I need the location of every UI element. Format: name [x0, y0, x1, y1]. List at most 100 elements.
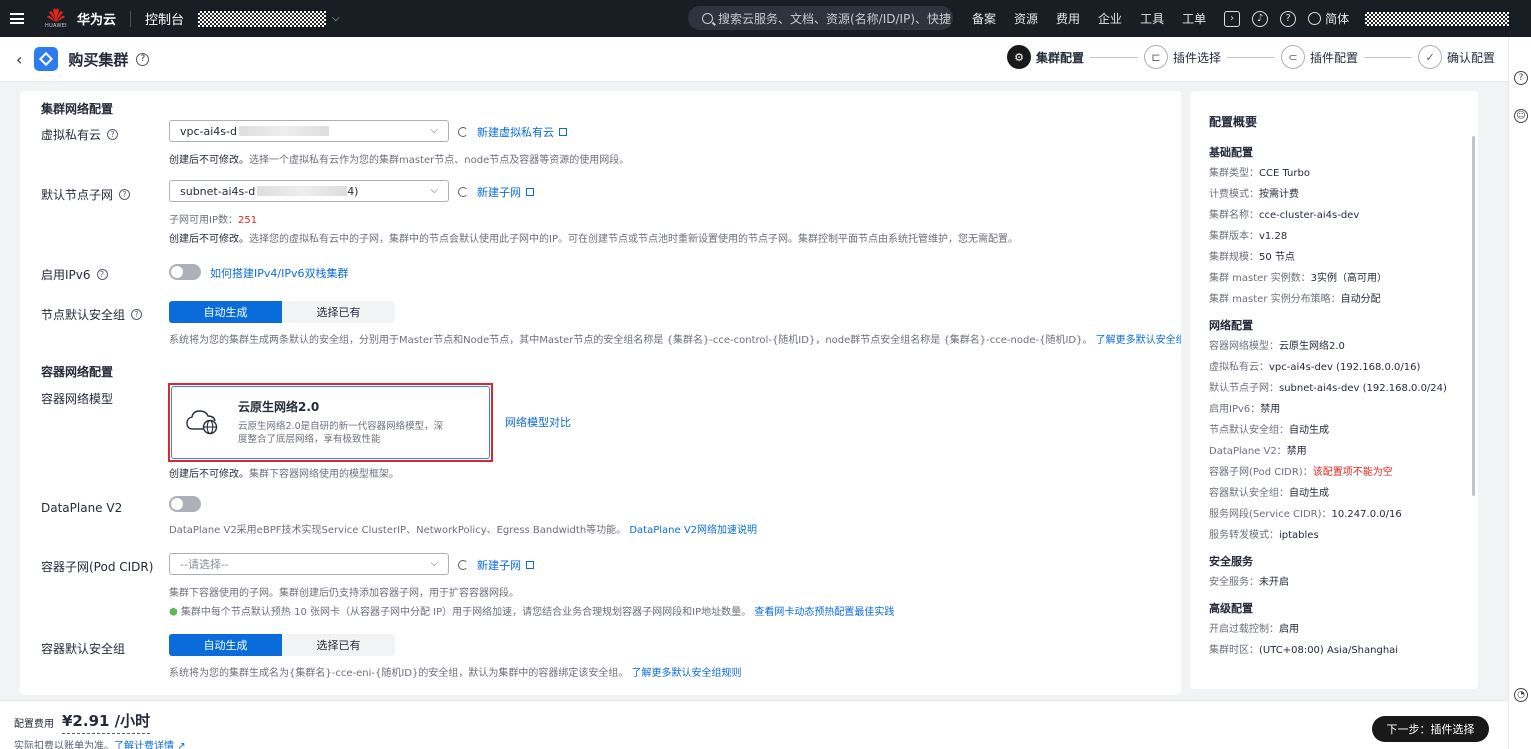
summary-scrollbar[interactable]	[1472, 136, 1475, 496]
help-icon[interactable]: ?	[1280, 10, 1297, 27]
new-pod-subnet-link[interactable]: 新建子网	[458, 557, 534, 573]
hint-text: 选择您的虚拟私有云中的子网，集群中的节点会默认使用此子网中的IP。可在创建节点或…	[249, 234, 1018, 245]
summary-row: 集群类型：CCE Turbo	[1209, 166, 1478, 187]
vpc-label-text: 虚拟私有云	[41, 128, 102, 142]
refresh-icon[interactable]	[458, 127, 468, 137]
container-sg-rules-link[interactable]: 了解更多默认安全组规则	[632, 668, 742, 679]
refresh-icon[interactable]	[458, 560, 468, 570]
external-link-icon[interactable]: ↗	[177, 741, 185, 749]
billing-details-link[interactable]: 了解计费详情	[114, 741, 174, 749]
hint-bold: 创建后不可修改。	[169, 234, 249, 245]
container-sg-hint: 系统将为您的集群生成名为{集群名}-cce-eni-{随机ID}的安全组，默认为…	[169, 664, 742, 679]
back-arrow-icon[interactable]: ‹	[16, 50, 22, 69]
summary-row: 容器网络模型：云原生网络2.0	[1209, 339, 1478, 360]
fee-note-text: 实际扣费以账单为准。	[14, 741, 114, 749]
nav-link-billing[interactable]: 费用	[1056, 10, 1080, 27]
summary-row: 容器默认安全组：自动生成	[1209, 486, 1478, 507]
nav-link-tickets[interactable]: 工单	[1182, 10, 1206, 27]
ip-count-label: 子网可用IP数：	[169, 215, 238, 226]
container-sg-label: 容器默认安全组	[41, 640, 125, 657]
help-icon[interactable]: ?	[131, 309, 143, 320]
addon-select-icon: ⊏	[1144, 45, 1169, 69]
network-model-card-highlight[interactable]: 云原生网络2.0 云原生网络2.0是自研的新一代容器网络模型，深度整合了底层网络…	[168, 383, 493, 462]
summary-value: vpc-ai4s-dev (192.168.0.0/16)	[1269, 362, 1421, 373]
new-pod-subnet-text: 新建子网	[477, 559, 521, 572]
summary-row: 计费模式：按需计费	[1209, 187, 1478, 208]
nav-link-beian[interactable]: 备案	[972, 10, 996, 27]
ipv6-dual-stack-link[interactable]: 如何搭建IPv4/IPv6双栈集群	[210, 265, 348, 281]
nav-link-resources[interactable]: 资源	[1014, 10, 1038, 27]
step-cluster-config[interactable]: ⚙ 集群配置	[1007, 45, 1084, 69]
network-model-label: 容器网络模型	[41, 390, 113, 407]
huawei-petal-icon	[47, 8, 65, 22]
new-vpc-link[interactable]: 新建虚拟私有云	[458, 124, 567, 140]
node-sg-existing-option[interactable]: 选择已有	[282, 301, 395, 323]
summary-row: 开启过载控制：启用	[1209, 622, 1478, 643]
chevron-down-icon[interactable]: ⌵	[332, 13, 340, 24]
step-label: 确认配置	[1447, 50, 1496, 65]
hint-text: DataPlane V2采用eBPF技术实现Service ClusterIP、…	[169, 525, 627, 536]
help-icon[interactable]: ?	[107, 129, 119, 140]
feedback-smile-icon[interactable]: ☺	[1514, 109, 1528, 123]
summary-key: 容器默认安全组：	[1209, 488, 1289, 499]
step-addon-config[interactable]: ⊂ 插件配置	[1281, 45, 1358, 69]
container-sg-existing-option[interactable]: 选择已有	[282, 634, 395, 656]
summary-group-title: 高级配置	[1209, 602, 1253, 615]
next-step-button[interactable]: 下一步：插件选择	[1372, 716, 1489, 742]
subnet-select[interactable]: subnet-ai4s-d 4) ⌵	[169, 180, 449, 202]
page-title: 购买集群	[68, 50, 129, 69]
cluster-config-icon: ⚙	[1007, 45, 1031, 69]
network-model-card[interactable]: 云原生网络2.0 云原生网络2.0是自研的新一代容器网络模型，深度整合了底层网络…	[171, 386, 490, 459]
summary-key: 集群版本：	[1209, 231, 1259, 242]
container-sg-label-text: 容器默认安全组	[41, 642, 126, 656]
pod-cidr-hint: 集群下容器使用的子网。集群创建后仍支持添加容器子网，用于扩容容器网段。	[169, 588, 519, 599]
container-sg-auto-option[interactable]: 自动生成	[169, 634, 282, 656]
node-sg-rules-link[interactable]: 了解更多默认安全组规则	[1096, 335, 1181, 346]
dataplane-label-text: DataPlane V2	[41, 501, 123, 515]
global-search-input[interactable]: 搜索云服务、文档、资源(名称/ID/IP)、快捷...	[688, 6, 953, 30]
customer-service-icon[interactable]: ◔	[1514, 688, 1528, 702]
step-connector	[1364, 56, 1413, 58]
new-subnet-link[interactable]: 新建子网	[458, 184, 534, 200]
summary-key: 集群名称：	[1209, 210, 1259, 221]
cce-service-icon	[34, 47, 59, 71]
nav-link-tools[interactable]: 工具	[1140, 10, 1164, 27]
language-switcher[interactable]: 简体	[1308, 10, 1349, 27]
cloud-shell-icon[interactable]: ›	[1224, 10, 1241, 27]
help-icon[interactable]: ?	[1514, 71, 1528, 85]
summary-key: 服务网段(Service CIDR)：	[1209, 509, 1332, 520]
node-sg-label-text: 节点默认安全组	[41, 308, 126, 322]
summary-row: 集群时区：(UTC+08:00) Asia/Shanghai	[1209, 643, 1478, 664]
console-link[interactable]: 控制台	[145, 9, 184, 28]
dataplane-toggle[interactable]	[169, 496, 201, 512]
summary-row: 集群规模：50 节点	[1209, 250, 1478, 271]
help-circle-icon[interactable]: ?	[136, 52, 150, 66]
refresh-icon[interactable]	[458, 187, 468, 197]
hint-text: 系统将为您的集群生成名为{集群名}-cce-eni-{随机ID}的安全组，默认为…	[169, 668, 629, 679]
dataplane-doc-link[interactable]: DataPlane V2网络加速说明	[629, 525, 757, 536]
tip-text: 集群中每个节点默认预热 10 张网卡（从容器子网中分配 IP）用于网络加速，请您…	[180, 607, 752, 618]
user-account-redacted[interactable]	[1365, 11, 1510, 26]
help-icon[interactable]: ?	[119, 189, 131, 200]
step-confirm[interactable]: ✓ 确认配置	[1418, 45, 1495, 69]
menu-icon[interactable]	[0, 0, 34, 37]
huawei-logo[interactable]: HUAWEI 华为云	[44, 7, 116, 31]
pod-cidr-select[interactable]: --请选择-- ⌵	[169, 553, 449, 575]
cube-icon: ⬢	[169, 607, 178, 618]
help-icon[interactable]: ?	[96, 269, 108, 280]
step-label: 插件选择	[1173, 50, 1222, 65]
ipv6-toggle[interactable]	[169, 264, 201, 280]
nav-link-enterprise[interactable]: 企业	[1098, 10, 1122, 27]
step-addon-select[interactable]: ⊏ 插件选择	[1144, 45, 1221, 69]
network-model-compare-link[interactable]: 网络模型对比	[505, 414, 571, 430]
pod-cidr-label-text: 容器子网(Pod CIDR)	[41, 560, 154, 574]
region-selector-redacted[interactable]	[198, 10, 327, 27]
summary-row: 启用IPv6：禁用	[1209, 402, 1478, 423]
node-sg-auto-option[interactable]: 自动生成	[169, 301, 282, 323]
section-title-container-network: 容器网络配置	[41, 365, 114, 379]
vpc-select[interactable]: vpc-ai4s-d ⌵	[169, 120, 449, 142]
summary-row: 集群 master 实例数：3实例（高可用）	[1209, 271, 1478, 292]
eni-prewarm-link[interactable]: 查看网卡动态预热配置最佳实践	[754, 607, 894, 618]
fee-value[interactable]: ¥2.91 /小时	[62, 710, 151, 734]
notification-bell-icon[interactable]: ♪	[1252, 10, 1269, 27]
